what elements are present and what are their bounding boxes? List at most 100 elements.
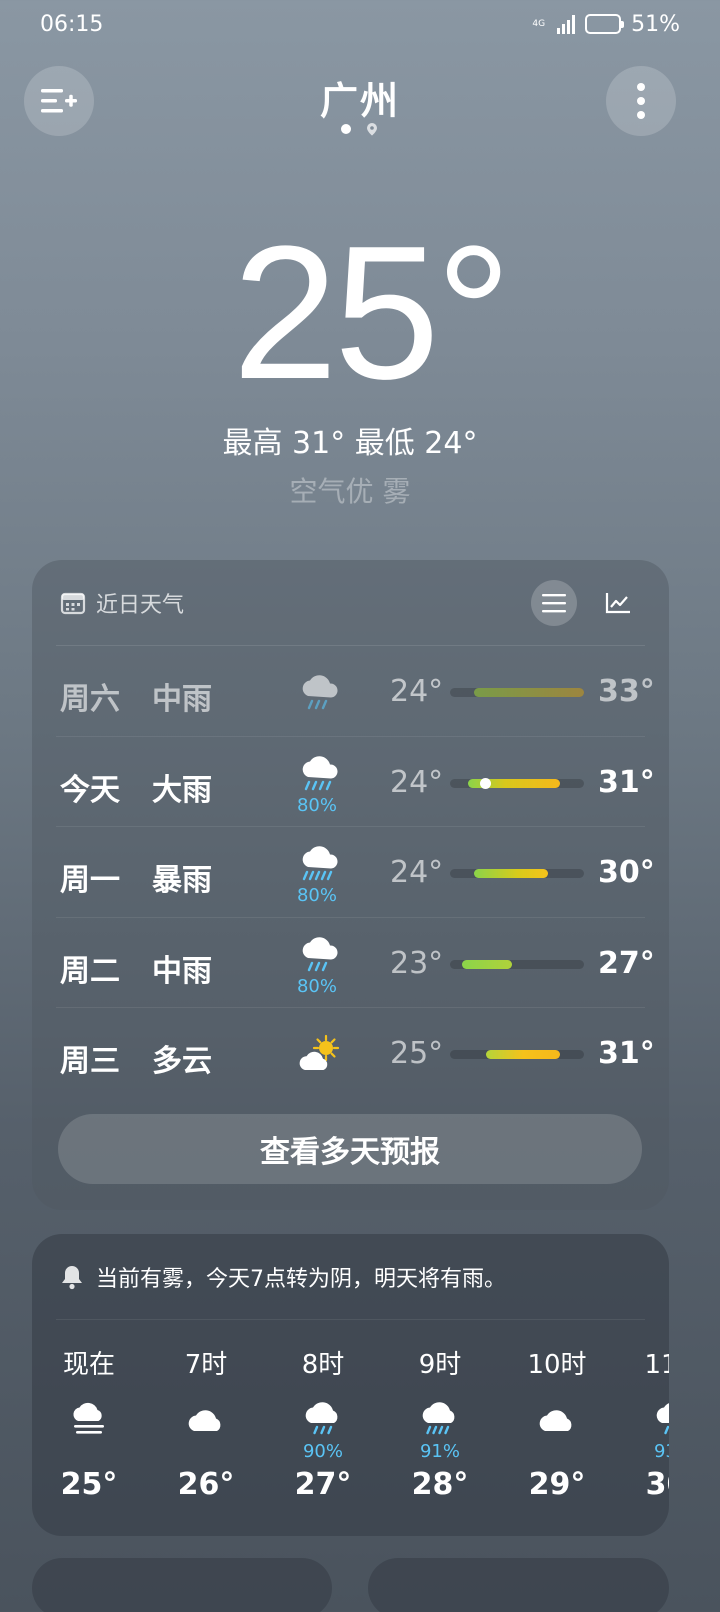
forecast-card-header: 近日天气 — [56, 560, 645, 646]
location-icon — [367, 123, 377, 136]
hour-temp: 28° — [411, 1467, 469, 1502]
status-time: 06:15 — [40, 11, 104, 37]
hour-label: 11时 — [644, 1350, 669, 1380]
battery-icon — [585, 14, 625, 34]
rain-moderate-icon — [302, 936, 338, 971]
hour-item[interactable]: 9时 91% 28° — [395, 1344, 485, 1502]
precip-probability: 80% — [296, 975, 337, 997]
day-condition: 大雨 — [152, 772, 212, 808]
status-icons: 4G 51% — [532, 12, 680, 37]
day-high: 33° — [598, 674, 655, 709]
day-condition: 中雨 — [152, 953, 212, 989]
day-name: 周三 — [60, 1044, 120, 1079]
page-dot — [341, 124, 351, 134]
line-chart-icon — [605, 592, 630, 613]
forecast-row[interactable]: 今天 大雨 80% 24° 31° — [56, 737, 655, 827]
air-quality[interactable]: 空气优 雾 — [0, 470, 700, 510]
forecast-row[interactable]: 周六 中雨 24° 33° — [56, 646, 655, 737]
day-condition: 多云 — [152, 1044, 212, 1079]
rain-moderate-icon — [302, 675, 338, 710]
day-name: 周六 — [60, 682, 120, 717]
hour-precip — [44, 1441, 134, 1463]
hour-temp: 25° — [60, 1467, 118, 1502]
hour-label: 10时 — [527, 1350, 587, 1380]
hour-precip — [161, 1441, 251, 1463]
day-low: 24° — [390, 674, 444, 709]
temp-range-bar — [474, 688, 584, 697]
hour-label: 9时 — [418, 1350, 462, 1380]
hour-item[interactable]: 现在 25° — [44, 1344, 134, 1502]
day-low: 25° — [390, 1036, 444, 1071]
calendar-icon — [60, 592, 86, 614]
cloud-icon — [539, 1410, 572, 1431]
hour-precip: 91% — [419, 1441, 460, 1462]
network-type: 4G — [532, 18, 546, 29]
list-view-button[interactable] — [531, 579, 577, 626]
hour-precip: 93% — [653, 1441, 669, 1462]
battery-level: 51% — [631, 11, 680, 37]
alert-text: 当前有雾，今天7点转为阴，明天将有雨。 — [96, 1266, 506, 1292]
weather-alert[interactable]: 当前有雾，今天7点转为阴，明天将有雨。 — [56, 1234, 645, 1320]
hour-item[interactable]: 7时 26° — [161, 1344, 251, 1502]
hour-temp: 27° — [294, 1467, 352, 1502]
temp-range-track — [450, 688, 584, 697]
hour-precip — [512, 1441, 602, 1463]
temp-range-track — [450, 777, 584, 789]
hour-temp: 26° — [177, 1467, 235, 1502]
day-condition: 中雨 — [152, 682, 212, 717]
hour-temp: 29° — [528, 1467, 586, 1502]
fog-icon — [73, 1402, 104, 1434]
next-card-right — [368, 1558, 669, 1612]
today-high-low: 最高 31° 最低 24° — [222, 426, 478, 461]
temp-range-track — [450, 1050, 584, 1059]
partly-cloudy-icon — [299, 1034, 340, 1070]
more-vertical-icon — [637, 83, 645, 119]
list-icon — [542, 593, 566, 612]
temp-range-bar — [474, 869, 548, 878]
hour-temp: 30° — [645, 1467, 669, 1502]
forecast-row[interactable]: 周二 中雨 80% 23° 27° — [56, 918, 655, 1008]
precip-probability: 80% — [296, 885, 337, 906]
next-card-left — [32, 1558, 332, 1612]
forecast-row[interactable]: 周三 多云 25° 31° — [56, 1008, 655, 1099]
forecast-row[interactable]: 周一 暴雨 80% 24° 30° — [56, 827, 655, 918]
more-options-button[interactable] — [606, 66, 676, 136]
cloud-icon — [188, 1410, 221, 1431]
status-bar: 06:15 4G 51% — [0, 0, 720, 48]
current-temperature: 25° — [232, 207, 511, 419]
day-high: 27° — [598, 945, 655, 981]
forecast-card-title: 近日天气 — [96, 592, 185, 618]
day-high: 31° — [598, 764, 655, 800]
rain-icon — [656, 1403, 669, 1435]
forecast-card: 近日天气 周六 中雨 24° 33° 今天 大雨 80% 24° 31° 周一 … — [32, 560, 669, 1210]
day-name: 周二 — [60, 953, 120, 989]
chart-view-button[interactable] — [595, 580, 641, 626]
day-low: 24° — [390, 855, 444, 890]
signal-icon — [557, 14, 576, 34]
hour-item[interactable]: 8时 90% 27° — [278, 1344, 368, 1502]
temp-range-bar — [462, 959, 512, 969]
hour-label: 7时 — [184, 1350, 228, 1380]
hour-label: 8时 — [301, 1350, 345, 1380]
page-indicator — [0, 122, 720, 136]
view-more-days-button[interactable]: 查看多天预报 — [58, 1114, 642, 1184]
day-high: 31° — [598, 1036, 655, 1071]
day-condition: 暴雨 — [152, 863, 212, 898]
rain-heavy-icon — [422, 1402, 455, 1435]
hour-label: 现在 — [62, 1350, 115, 1380]
current-temp-marker — [480, 777, 491, 789]
bell-icon — [62, 1265, 82, 1289]
hour-item[interactable]: 11时 93% 30° — [629, 1344, 669, 1502]
day-high: 30° — [598, 855, 655, 890]
hour-item[interactable]: 10时 29° — [512, 1344, 602, 1502]
temp-range-track — [450, 959, 584, 969]
hourly-card: 当前有雾，今天7点转为阴，明天将有雨。 现在 25° 7时 26° 8时 90%… — [32, 1234, 669, 1536]
precip-probability: 80% — [296, 794, 337, 816]
rain-icon — [305, 1402, 338, 1435]
day-name: 周一 — [60, 863, 120, 898]
rain-heavy-icon — [302, 755, 338, 790]
day-low: 24° — [390, 764, 444, 800]
day-low: 23° — [390, 945, 444, 981]
rainstorm-icon — [302, 846, 338, 881]
hour-precip: 90% — [302, 1441, 343, 1462]
